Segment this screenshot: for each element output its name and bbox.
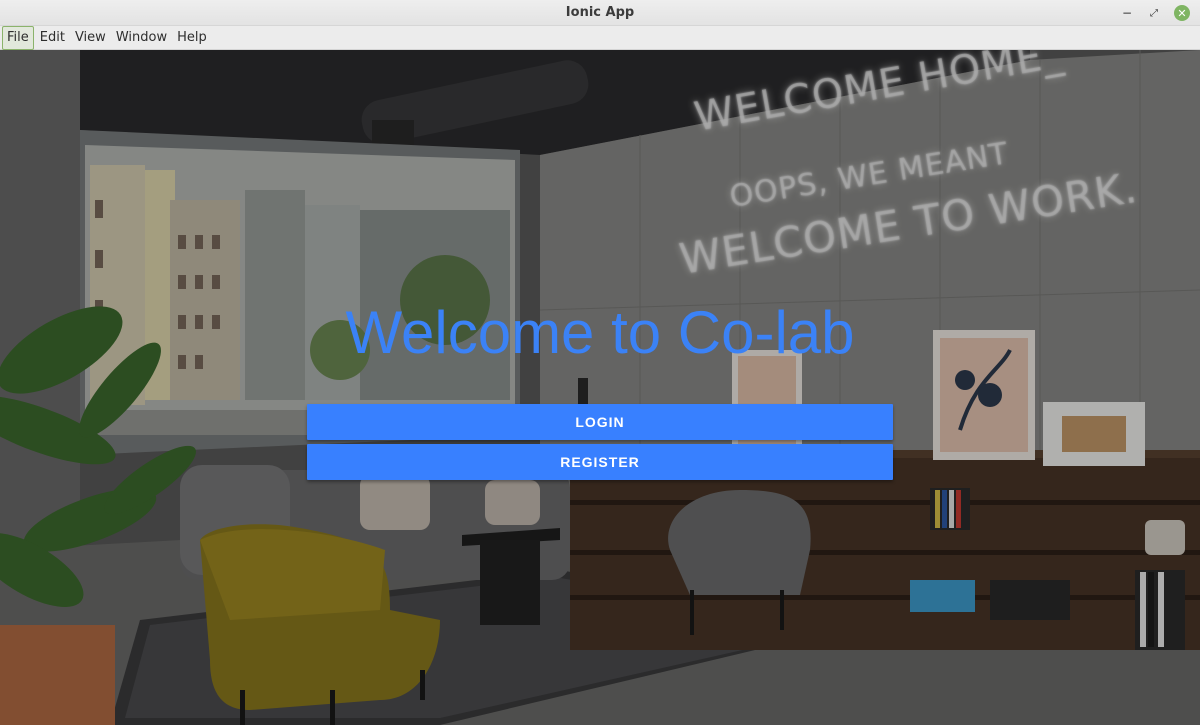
menu-file[interactable]: File [2,25,34,50]
page-title: Welcome to Co-lab [345,299,855,366]
login-button[interactable]: LOGIN [307,404,893,440]
background-dim-overlay [0,50,1200,725]
app-window: Ionic App − ⤢ ✕ File Edit View Window He… [0,0,1200,725]
minimize-icon[interactable]: − [1118,4,1136,22]
menu-view[interactable]: View [71,27,110,49]
app-content: WELCOME HOME_ OOPS, WE MEANT WELCOME TO … [0,50,1200,725]
title-bar[interactable]: Ionic App − ⤢ ✕ [0,0,1200,26]
maximize-icon[interactable]: ⤢ [1145,4,1163,22]
menu-bar: File Edit View Window Help [0,25,1200,50]
menu-edit[interactable]: Edit [36,27,69,49]
menu-help[interactable]: Help [173,27,211,49]
register-button[interactable]: REGISTER [307,444,893,480]
menu-window[interactable]: Window [112,27,171,49]
close-icon[interactable]: ✕ [1174,5,1190,21]
window-title: Ionic App [565,5,635,20]
